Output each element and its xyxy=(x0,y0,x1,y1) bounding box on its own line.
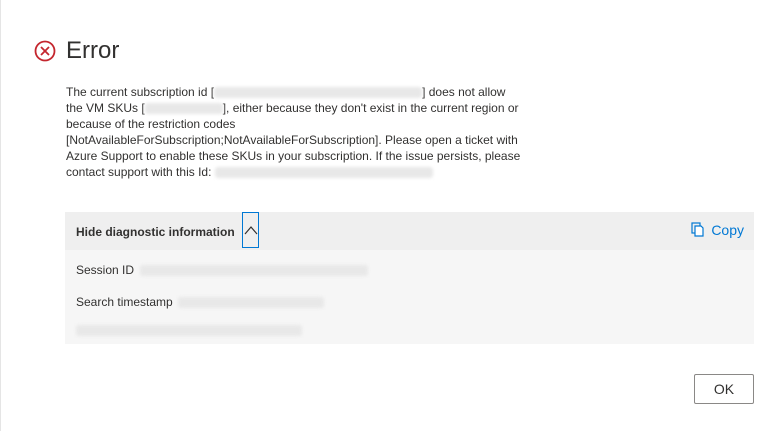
collapse-diagnostics-button[interactable] xyxy=(242,212,259,248)
message-text: Azure Support to enable these SKUs in yo… xyxy=(66,149,521,163)
hide-diagnostics-toggle[interactable]: Hide diagnostic information xyxy=(76,225,235,239)
message-text: ], either because they don't exist in th… xyxy=(222,101,519,115)
redacted-timestamp xyxy=(177,296,324,308)
message-text: the VM SKUs [ xyxy=(66,101,145,115)
redacted-subscription-id xyxy=(214,87,423,99)
copy-button[interactable]: Copy xyxy=(691,222,744,238)
chevron-up-icon xyxy=(244,226,258,235)
diagnostic-extra-row xyxy=(76,325,302,336)
redacted-vm-skus xyxy=(144,103,223,115)
redacted-session-id xyxy=(140,264,369,276)
dialog-header: Error xyxy=(34,37,119,65)
search-timestamp-row: Search timestamp xyxy=(76,295,324,309)
redacted-diagnostic-value xyxy=(76,325,302,336)
redacted-support-id xyxy=(214,167,433,179)
session-id-row: Session ID xyxy=(76,263,369,277)
error-message: The current subscription id [ ] does not … xyxy=(66,84,536,180)
message-text: because of the restriction codes xyxy=(66,117,236,131)
error-dialog: Error The current subscription id [ ] doe… xyxy=(0,0,781,431)
copy-label: Copy xyxy=(711,222,744,238)
error-circle-icon xyxy=(34,40,56,62)
message-text: [NotAvailableForSubscription;NotAvailabl… xyxy=(66,133,518,147)
message-text: The current subscription id [ xyxy=(66,85,215,99)
dialog-title: Error xyxy=(66,37,120,64)
message-text: ] does not allow xyxy=(422,85,506,99)
copy-icon xyxy=(691,222,704,237)
message-text: contact support with this Id: xyxy=(66,165,212,179)
diagnostic-header: Hide diagnostic information Copy xyxy=(65,212,754,250)
search-timestamp-label: Search timestamp xyxy=(76,295,173,309)
diagnostic-panel: Hide diagnostic information Copy Session… xyxy=(65,212,754,344)
ok-button[interactable]: OK xyxy=(694,374,754,404)
session-id-label: Session ID xyxy=(76,263,135,277)
